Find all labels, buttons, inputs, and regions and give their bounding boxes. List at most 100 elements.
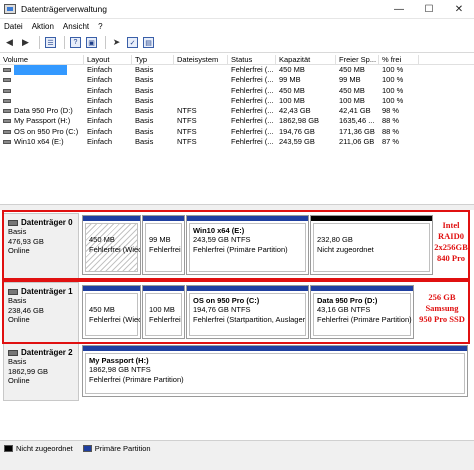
properties-icon[interactable]: ▣ <box>85 36 98 49</box>
cell-volume: My Passport (H:) <box>14 116 71 126</box>
cell-layout: Einfach <box>87 137 113 147</box>
column-header-status[interactable]: Status <box>228 55 276 65</box>
cell-freier-speicher: 1635,46 ... <box>339 116 375 126</box>
table-row[interactable]: Einfach Basis Fehlerfrei (... 99 MB 99 MB 100… <box>0 75 474 85</box>
maximize-button[interactable]: ☐ <box>414 0 444 19</box>
cell-prozent-frei: 100 % <box>382 95 404 105</box>
cell-status: Fehlerfrei (... <box>231 95 274 105</box>
note-line: Samsung <box>425 303 459 313</box>
disk-2-state: Online <box>8 376 30 385</box>
cell-layout: Einfach <box>87 106 113 116</box>
column-header-dateisystem[interactable]: Dateisystem <box>174 55 228 65</box>
close-button[interactable]: ✕ <box>444 0 474 19</box>
note-line: 840 Pro <box>437 253 465 263</box>
cell-layout: Einfach <box>87 85 113 95</box>
table-row[interactable]: Einfach Basis Fehlerfrei (... 450 MB 450 MB 1… <box>0 65 474 75</box>
disk-2-label[interactable]: Datenträger 2 Basis 1862,99 GB Online <box>3 343 79 401</box>
menu-datei[interactable]: Datei <box>4 22 23 31</box>
disk-2-name: Datenträger 2 <box>8 348 74 357</box>
cell-freier-speicher: 211,06 GB <box>339 137 375 147</box>
partition-title: My Passport (H:) <box>89 356 149 365</box>
menu-help[interactable]: ? <box>98 22 102 31</box>
volume-list-header: Volume Layout Typ Dateisystem Status Kap… <box>0 54 474 65</box>
cell-prozent-frei: 87 % <box>382 137 400 147</box>
cell-typ: Basis <box>135 137 154 147</box>
column-header-kapazitaet[interactable]: Kapazität <box>276 55 336 65</box>
legend-bar: Nicht zugeordnet Primäre Partition <box>0 440 474 470</box>
table-row[interactable]: Einfach Basis Fehlerfrei (... 450 MB 450 MB 1… <box>0 86 474 96</box>
disk-2-partition-passport[interactable]: My Passport (H:) 1862,98 GB NTFS Fehlerf… <box>82 345 468 397</box>
cell-freier-speicher: 171,36 GB <box>339 126 375 136</box>
list-view-icon[interactable]: ☰ <box>44 36 57 49</box>
selection-highlight <box>14 65 67 75</box>
title-bar: Datenträgerverwaltung — ☐ ✕ <box>0 0 474 19</box>
annotation-note-disk-0: Intel RAID0 2x256GB 840 Pro <box>432 220 470 264</box>
table-row[interactable]: OS on 950 Pro (C:) Einfach Basis NTFS Fehler… <box>0 127 474 137</box>
forward-arrow-icon[interactable]: ▶ <box>19 36 32 49</box>
annotation-box-disk-1 <box>2 280 470 344</box>
toolbar-separator <box>64 36 65 49</box>
cell-kapazitaet: 99 MB <box>279 75 301 85</box>
cell-freier-speicher: 450 MB <box>339 85 365 95</box>
cell-prozent-frei: 100 % <box>382 75 404 85</box>
toolbar-separator <box>39 36 40 49</box>
partition-status: Fehlerfrei (Primäre Partition) <box>89 374 184 384</box>
details-icon[interactable]: ▤ <box>142 36 155 49</box>
connect-disk-icon[interactable]: ➤ <box>110 36 123 49</box>
column-header-typ[interactable]: Typ <box>132 55 174 65</box>
table-row[interactable]: Win10 x64 (E:) Einfach Basis NTFS Fehlerfrei… <box>0 137 474 147</box>
note-line: 950 Pro SSD <box>419 314 465 324</box>
cell-layout: Einfach <box>87 116 113 126</box>
help-icon[interactable]: ? <box>69 36 82 49</box>
column-header-prozent-frei[interactable]: % frei <box>379 55 419 65</box>
menu-bar: Datei Aktion Ansicht ? <box>0 19 474 33</box>
column-header-volume[interactable]: Volume <box>0 55 84 65</box>
cell-dateisystem: NTFS <box>177 106 197 116</box>
cell-layout: Einfach <box>87 75 113 85</box>
cell-status: Fehlerfrei (... <box>231 106 274 116</box>
note-line: 2x256GB <box>434 242 468 252</box>
cell-prozent-frei: 88 % <box>382 116 400 126</box>
disk-management-icon <box>4 4 16 14</box>
cell-typ: Basis <box>135 95 154 105</box>
disk-2-type: Basis <box>8 357 27 366</box>
cell-volume: Win10 x64 (E:) <box>14 137 64 147</box>
back-arrow-icon[interactable]: ◀ <box>3 36 16 49</box>
minimize-button[interactable]: — <box>384 0 414 19</box>
cell-typ: Basis <box>135 116 154 126</box>
cell-layout: Einfach <box>87 65 113 74</box>
disk-2: Datenträger 2 Basis 1862,99 GB Online My… <box>3 343 469 401</box>
cell-layout: Einfach <box>87 126 113 136</box>
column-header-layout[interactable]: Layout <box>84 55 132 65</box>
cell-dateisystem: NTFS <box>177 126 197 136</box>
cell-prozent-frei: 100 % <box>382 85 404 95</box>
cell-freier-speicher: 99 MB <box>339 75 361 85</box>
cell-status: Fehlerfrei (... <box>231 75 274 85</box>
checklist-icon[interactable]: ✓ <box>126 36 139 49</box>
cell-status: Fehlerfrei (... <box>231 65 274 74</box>
note-line: Intel <box>442 220 460 230</box>
disk-2-size: 1862,99 GB <box>8 366 49 376</box>
legend-unallocated: Nicht zugeordnet <box>16 444 73 453</box>
cell-typ: Basis <box>135 85 154 95</box>
cell-typ: Basis <box>135 106 154 116</box>
table-row[interactable]: Data 950 Pro (D:) Einfach Basis NTFS Fehlerf… <box>0 106 474 116</box>
cell-kapazitaet: 194,76 GB <box>279 126 315 136</box>
cell-kapazitaet: 450 MB <box>279 85 305 95</box>
annotation-box-disk-0 <box>2 210 470 280</box>
menu-ansicht[interactable]: Ansicht <box>63 22 89 31</box>
menu-aktion[interactable]: Aktion <box>32 22 54 31</box>
cell-status: Fehlerfrei (... <box>231 116 274 126</box>
partition-type-bar <box>83 346 467 351</box>
column-header-freier-speicher[interactable]: Freier Sp... <box>336 55 379 65</box>
cell-freier-speicher: 450 MB <box>339 65 365 74</box>
cell-prozent-frei: 88 % <box>382 126 400 136</box>
cell-layout: Einfach <box>87 95 113 105</box>
cell-volume: OS on 950 Pro (C:) <box>14 126 79 136</box>
cell-kapazitaet: 1862,98 GB <box>279 116 320 126</box>
note-line: 256 GB <box>428 292 456 302</box>
table-row[interactable]: My Passport (H:) Einfach Basis NTFS Fehlerfr… <box>0 116 474 126</box>
cell-kapazitaet: 243,59 GB <box>279 137 315 147</box>
table-row[interactable]: Einfach Basis Fehlerfrei (... 100 MB 100 MB 1… <box>0 96 474 106</box>
cell-typ: Basis <box>135 126 154 136</box>
